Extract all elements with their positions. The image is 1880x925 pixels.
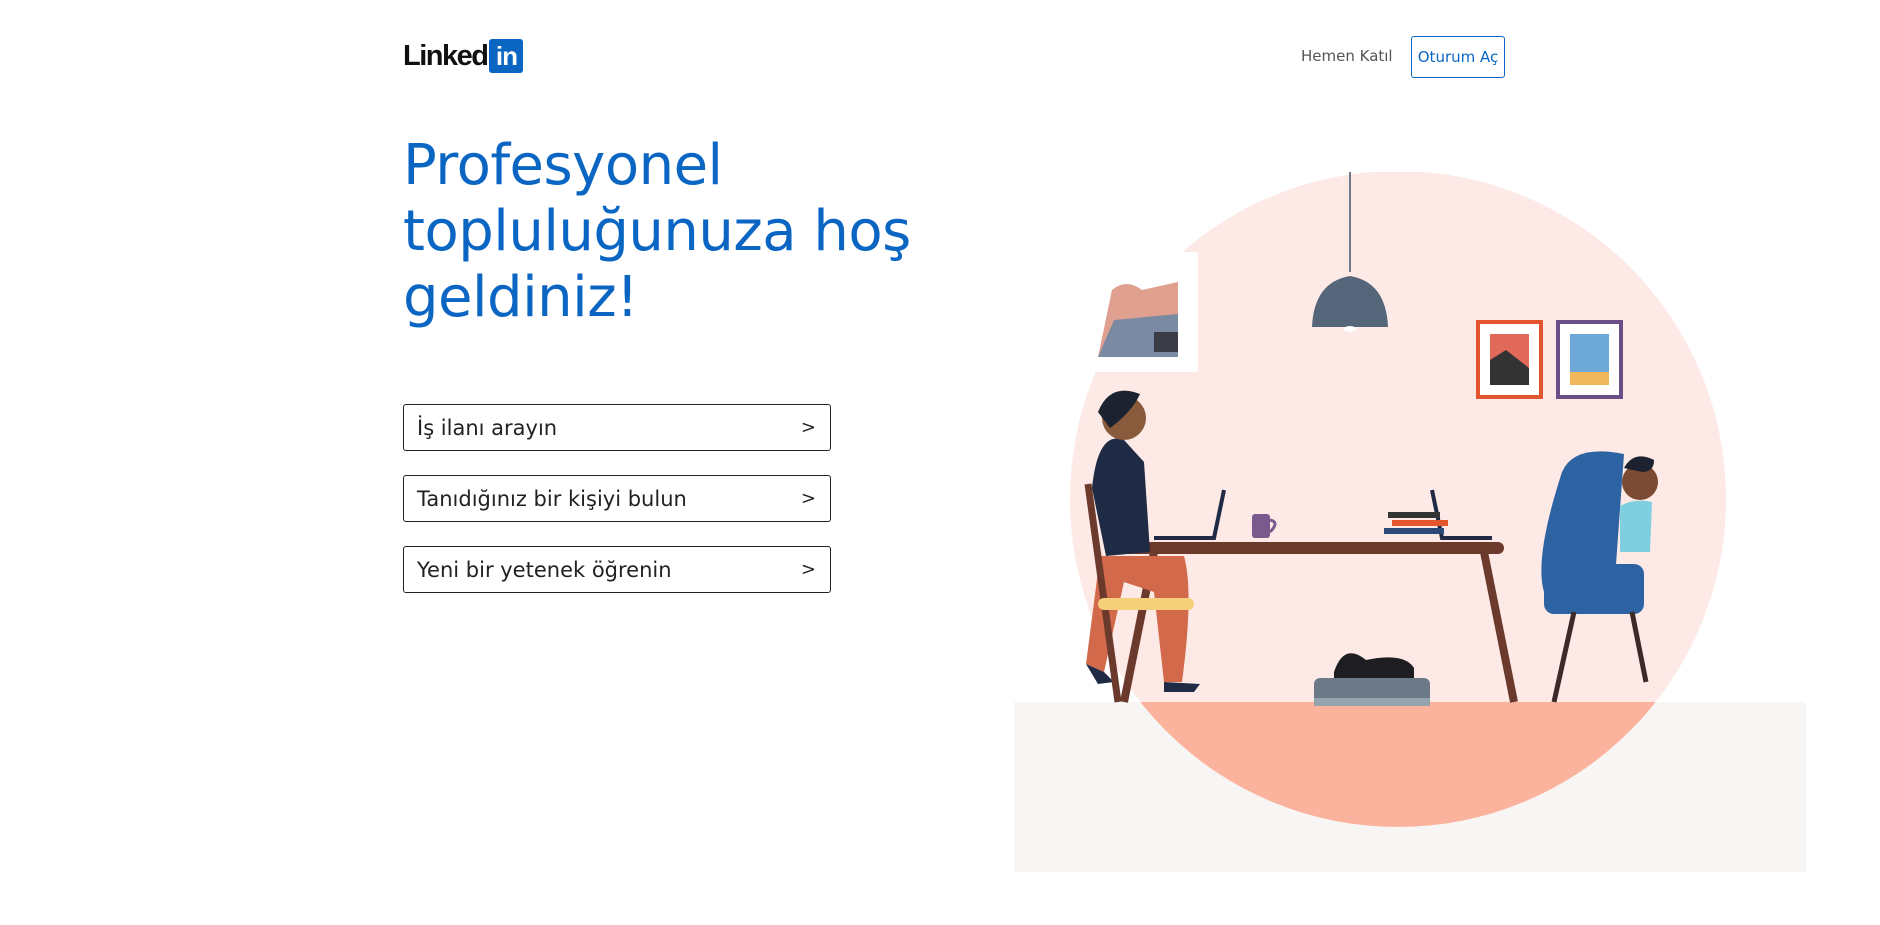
sign-in-button[interactable]: Oturum Aç [1411,36,1505,78]
find-person-button[interactable]: Tanıdığınız bir kişiyi bulun > [403,475,831,522]
title-line-3: geldiniz! [403,265,639,330]
title-line-2: topluluğunuza hoş [403,199,911,264]
chevron-right-icon: > [800,417,816,438]
logo-wordmark: Linked [403,39,489,72]
table-top [1114,542,1504,554]
chevron-right-icon: > [800,559,816,580]
learn-skill-button[interactable]: Yeni bir yetenek öğrenin > [403,546,831,593]
mug [1252,514,1270,538]
chair-seat [1098,598,1194,610]
chevron-right-icon: > [800,488,816,509]
search-jobs-button[interactable]: İş ilanı arayın > [403,404,831,451]
learn-skill-label: Yeni bir yetenek öğrenin [417,557,672,582]
logo-in-badge: in [489,39,524,73]
search-jobs-label: İş ilanı arayın [417,415,558,440]
linkedin-logo[interactable]: Linked in [403,38,524,74]
page-title: Profesyonel topluluğunuza hoş geldiniz! [403,133,963,331]
title-line-1: Profesyonel [403,133,723,198]
find-person-label: Tanıdığınız bir kişiyi bulun [417,486,687,511]
hero-illustration [1014,172,1806,872]
join-now-link[interactable]: Hemen Katıl [1301,47,1393,65]
